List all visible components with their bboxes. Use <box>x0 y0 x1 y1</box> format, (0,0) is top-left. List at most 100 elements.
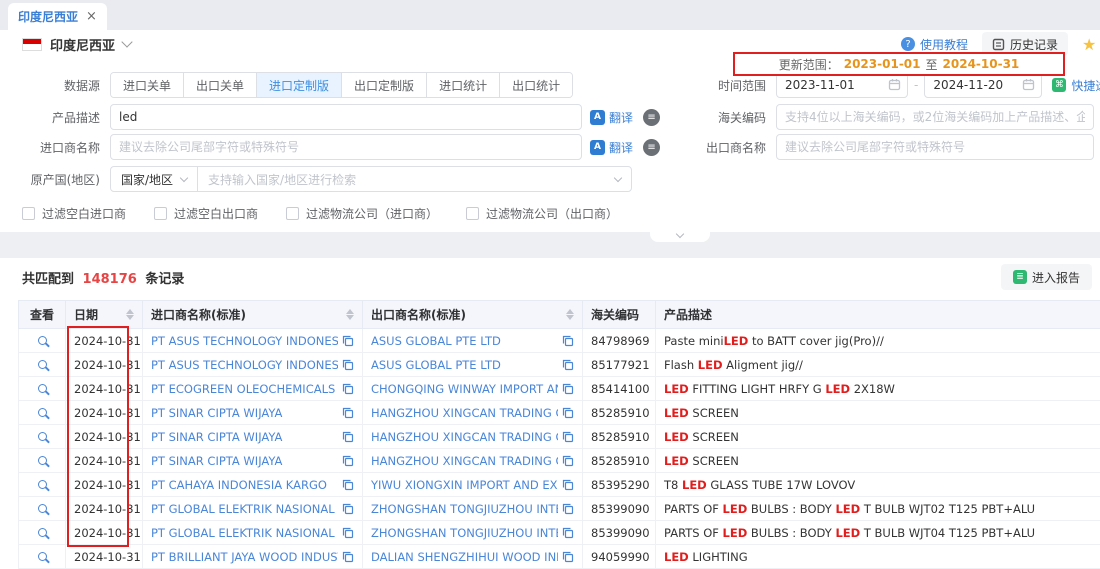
copy-icon[interactable] <box>562 455 574 467</box>
origin-type-select[interactable]: 国家/地区 <box>111 167 198 191</box>
row-description: Flash LED Aligment jig// <box>656 353 1100 377</box>
row-hs-code: 85177921 <box>583 353 656 377</box>
importer-link[interactable]: PT BRILLIANT JAYA WOOD INDUSTRY <box>151 550 338 564</box>
data-source-tab-0[interactable]: 进口关单 <box>111 73 184 97</box>
exporter-link[interactable]: ASUS GLOBAL PTE LTD <box>371 358 558 372</box>
column-header-1[interactable]: 日期 <box>66 301 143 329</box>
table-row: 2024-10-31 PT CAHAYA INDONESIA KARGO YIW… <box>19 473 1100 497</box>
copy-icon[interactable] <box>342 455 354 467</box>
copy-icon[interactable] <box>562 479 574 491</box>
importer-link[interactable]: PT GLOBAL ELEKTRIK NASIONAL <box>151 502 338 516</box>
exporter-input[interactable] <box>776 134 1094 160</box>
sort-icon[interactable] <box>566 309 574 320</box>
calendar-icon[interactable] <box>1022 78 1035 91</box>
copy-icon[interactable] <box>562 503 574 515</box>
data-source-tab-5[interactable]: 出口统计 <box>500 73 572 97</box>
filter-checkbox-0[interactable]: 过滤空白进口商 <box>22 205 126 222</box>
copy-icon[interactable] <box>342 407 354 419</box>
translate-button[interactable]: A 翻译 <box>590 109 633 126</box>
view-magnifier-icon[interactable] <box>38 528 47 537</box>
filter-checkbox-2[interactable]: 过滤物流公司（进口商） <box>286 205 438 222</box>
view-magnifier-icon[interactable] <box>38 432 47 441</box>
favorite-star-icon[interactable]: ★ <box>1082 35 1100 54</box>
view-magnifier-icon[interactable] <box>38 456 47 465</box>
row-date: 2024-10-31 <box>66 377 143 401</box>
checkbox-icon[interactable] <box>154 207 167 220</box>
exporter-link[interactable]: ZHONGSHAN TONGJIUZHOU INTERNA... <box>371 526 558 540</box>
view-magnifier-icon[interactable] <box>38 336 47 345</box>
enter-report-button[interactable]: ≣ 进入报告 <box>1001 264 1092 290</box>
checkbox-icon[interactable] <box>22 207 35 220</box>
product-desc-input[interactable] <box>110 104 582 130</box>
copy-icon[interactable] <box>342 527 354 539</box>
chevron-down-icon[interactable] <box>121 36 132 47</box>
close-icon[interactable]: × <box>86 10 97 23</box>
history-circle-icon[interactable]: ≡ <box>643 139 660 156</box>
exporter-link[interactable]: HANGZHOU XINGCAN TRADING CO LTD <box>371 430 558 444</box>
copy-icon[interactable] <box>562 359 574 371</box>
sort-icon[interactable] <box>126 309 134 320</box>
copy-icon[interactable] <box>342 359 354 371</box>
importer-input[interactable] <box>110 134 582 160</box>
copy-icon[interactable] <box>342 383 354 395</box>
column-label: 产品描述 <box>664 308 712 322</box>
importer-link[interactable]: PT SINAR CIPTA WIJAYA <box>151 430 338 444</box>
translate-button[interactable]: A 翻译 <box>590 139 633 156</box>
filter-checkbox-3[interactable]: 过滤物流公司（出口商） <box>466 205 618 222</box>
sort-icon[interactable] <box>346 309 354 320</box>
view-magnifier-icon[interactable] <box>38 504 47 513</box>
origin-search-placeholder[interactable]: 支持输入国家/地区进行检索 <box>198 171 615 188</box>
exporter-link[interactable]: HANGZHOU XINGCAN TRADING CO LTD <box>371 454 558 468</box>
copy-icon[interactable] <box>562 335 574 347</box>
data-source-tab-1[interactable]: 出口关单 <box>184 73 257 97</box>
data-source-tab-2[interactable]: 进口定制版 <box>257 73 342 97</box>
copy-icon[interactable] <box>562 527 574 539</box>
copy-icon[interactable] <box>562 407 574 419</box>
history-circle-icon[interactable]: ≡ <box>643 109 660 126</box>
exporter-link[interactable]: HANGZHOU XINGCAN TRADING CO LTD <box>371 406 558 420</box>
importer-link[interactable]: PT ECOGREEN OLEOCHEMICALS <box>151 382 338 396</box>
exporter-link[interactable]: CHONGQING WINWAY IMPORT AND E... <box>371 382 558 396</box>
checkbox-label: 过滤物流公司（进口商） <box>306 205 438 222</box>
collapse-panel-handle[interactable] <box>650 228 710 242</box>
quick-options-link[interactable]: ⌘ 快捷选项 <box>1052 77 1100 94</box>
copy-icon[interactable] <box>342 431 354 443</box>
importer-link[interactable]: PT SINAR CIPTA WIJAYA <box>151 406 338 420</box>
hs-code-input[interactable] <box>776 104 1094 130</box>
exporter-link[interactable]: ASUS GLOBAL PTE LTD <box>371 334 558 348</box>
data-source-tab-4[interactable]: 进口统计 <box>427 73 500 97</box>
browser-tab-indonesia[interactable]: 印度尼西亚 × <box>8 3 107 30</box>
copy-icon[interactable] <box>562 383 574 395</box>
view-magnifier-icon[interactable] <box>38 480 47 489</box>
exporter-link[interactable]: YIWU XIONGXIN IMPORT AND EXPORT... <box>371 478 558 492</box>
importer-link[interactable]: PT ASUS TECHNOLOGY INDONESIA BA... <box>151 334 338 348</box>
copy-icon[interactable] <box>562 551 574 563</box>
copy-icon[interactable] <box>342 503 354 515</box>
importer-link[interactable]: PT CAHAYA INDONESIA KARGO <box>151 478 338 492</box>
exporter-link[interactable]: ZHONGSHAN TONGJIUZHOU INTERNA... <box>371 502 558 516</box>
chevron-down-icon[interactable] <box>614 173 622 181</box>
column-header-2[interactable]: 进口商名称(标准) <box>143 301 363 329</box>
country-selector[interactable]: 印度尼西亚 <box>50 35 115 54</box>
table-row: 2024-10-31 PT SINAR CIPTA WIJAYA HANGZHO… <box>19 425 1100 449</box>
checkbox-icon[interactable] <box>466 207 479 220</box>
importer-link[interactable]: PT ASUS TECHNOLOGY INDONESIA BA... <box>151 358 338 372</box>
view-magnifier-icon[interactable] <box>38 384 47 393</box>
copy-icon[interactable] <box>342 551 354 563</box>
copy-icon[interactable] <box>342 335 354 347</box>
copy-icon[interactable] <box>342 479 354 491</box>
copy-icon[interactable] <box>562 431 574 443</box>
quick-options-icon: ⌘ <box>1052 78 1066 92</box>
data-source-tab-3[interactable]: 出口定制版 <box>342 73 427 97</box>
view-magnifier-icon[interactable] <box>38 360 47 369</box>
filter-checkbox-1[interactable]: 过滤空白出口商 <box>154 205 258 222</box>
view-magnifier-icon[interactable] <box>38 552 47 561</box>
calendar-icon[interactable] <box>888 78 901 91</box>
checkbox-icon[interactable] <box>286 207 299 220</box>
importer-link[interactable]: PT SINAR CIPTA WIJAYA <box>151 454 338 468</box>
exporter-link[interactable]: DALIAN SHENGZHIHUI WOOD INDUST... <box>371 550 558 564</box>
tutorial-link[interactable]: ? 使用教程 <box>901 36 968 53</box>
column-header-3[interactable]: 出口商名称(标准) <box>363 301 583 329</box>
importer-link[interactable]: PT GLOBAL ELEKTRIK NASIONAL <box>151 526 338 540</box>
view-magnifier-icon[interactable] <box>38 408 47 417</box>
